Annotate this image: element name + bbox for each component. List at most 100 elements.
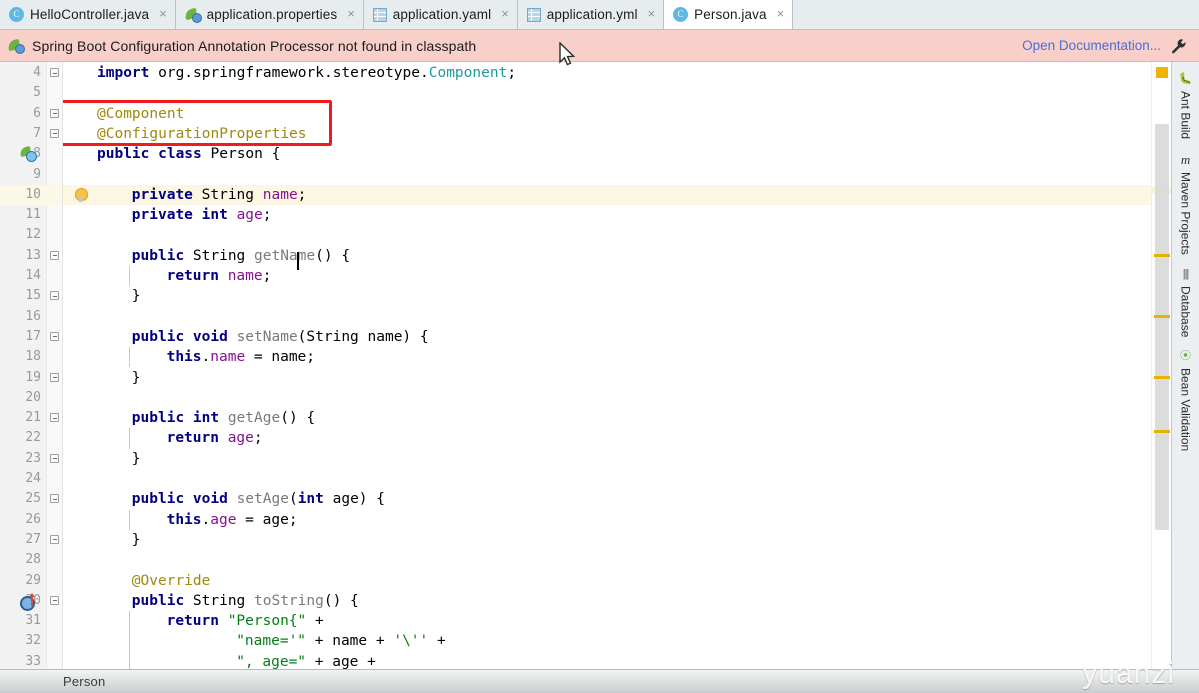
gutter-line[interactable]: 10 xyxy=(0,184,62,206)
fold-expand-icon[interactable] xyxy=(50,372,59,382)
fold-collapse-icon[interactable] xyxy=(50,250,59,260)
tab-close-icon[interactable]: × xyxy=(501,7,509,22)
code-text-area[interactable]: import org.springframework.stereotype.Co… xyxy=(63,62,1171,669)
code-line[interactable]: "name='" + name + '\'' + xyxy=(63,631,1171,651)
code-line[interactable]: } xyxy=(63,449,1171,469)
code-line[interactable] xyxy=(63,165,1171,185)
code-line[interactable]: return age; xyxy=(63,428,1171,448)
gutter-line[interactable]: 31 xyxy=(0,611,62,631)
code-line[interactable] xyxy=(63,550,1171,570)
tab-close-icon[interactable]: × xyxy=(648,7,656,22)
gutter-line[interactable]: 11 xyxy=(0,205,62,225)
tab-hellocontroller-java[interactable]: C HelloController.java × xyxy=(0,0,176,29)
line-number: 11 xyxy=(25,207,41,223)
code-line[interactable]: public int getAge() { xyxy=(63,408,1171,428)
tab-close-icon[interactable]: × xyxy=(159,7,167,22)
line-number: 27 xyxy=(25,531,41,547)
fold-collapse-icon[interactable] xyxy=(50,331,59,341)
sidebar-item-database[interactable]: ||| Database xyxy=(1177,263,1195,343)
code-line[interactable]: public String getName() { xyxy=(63,246,1171,266)
fold-collapse-icon[interactable] xyxy=(50,128,59,138)
code-line[interactable]: @Component xyxy=(63,104,1171,124)
editor-error-stripe[interactable] xyxy=(1151,62,1171,669)
code-line[interactable] xyxy=(63,83,1171,103)
fold-expand-icon[interactable] xyxy=(50,534,59,544)
sidebar-item-ant-build[interactable]: 🐛 Ant Build xyxy=(1177,68,1195,145)
gutter-line[interactable]: 33 xyxy=(0,652,62,669)
stripe-marker[interactable] xyxy=(1154,430,1170,433)
gutter-line[interactable]: 5 xyxy=(0,83,62,103)
code-token: public xyxy=(131,592,193,609)
fold-collapse-icon[interactable] xyxy=(50,595,59,605)
gutter-line[interactable]: 22 xyxy=(0,428,62,448)
editor-gutter[interactable]: 4 5 6 7 8 9 10 11 12 13 14 15 16 17 18 19 20 21 22 23 24 25 26… xyxy=(0,62,63,669)
tab-application-properties[interactable]: application.properties × xyxy=(175,0,364,29)
bean-validation-icon: ⦿ xyxy=(1180,350,1191,363)
gutter-line[interactable]: 29 xyxy=(0,571,62,591)
sidebar-item-bean-validation[interactable]: ⦿ Bean Validation xyxy=(1177,345,1195,457)
code-token: + name + xyxy=(306,633,394,650)
breadcrumb-status-bar: Person xyxy=(0,669,1199,693)
code-line[interactable]: private String name; xyxy=(63,184,1171,206)
tab-application-yaml[interactable]: application.yaml × xyxy=(363,0,518,29)
fold-expand-icon[interactable] xyxy=(50,453,59,463)
fold-collapse-icon[interactable] xyxy=(50,494,59,504)
stripe-marker[interactable] xyxy=(1154,376,1170,379)
code-line[interactable]: this.age = age; xyxy=(63,510,1171,530)
gutter-line[interactable]: 12 xyxy=(0,225,62,245)
code-line-text: public String toString() { xyxy=(132,591,359,611)
code-line[interactable]: } xyxy=(63,530,1171,550)
code-line[interactable]: } xyxy=(63,368,1171,388)
code-line[interactable]: public void setName(String name) { xyxy=(63,327,1171,347)
stripe-marker[interactable] xyxy=(1154,315,1170,318)
override-method-gutter-icon[interactable] xyxy=(20,592,38,611)
code-line[interactable]: return "Person{" + xyxy=(63,611,1171,631)
code-line[interactable]: public class Person { xyxy=(63,144,1171,164)
code-token: private xyxy=(131,186,202,203)
code-editor[interactable]: 4 5 6 7 8 9 10 11 12 13 14 15 16 17 18 19 20 21 22 23 24 25 26… xyxy=(0,62,1171,669)
intention-bulb-icon[interactable] xyxy=(73,187,89,204)
code-line[interactable]: return name; xyxy=(63,266,1171,286)
code-line[interactable]: @Override xyxy=(63,571,1171,591)
stripe-warning-summary[interactable] xyxy=(1156,67,1168,78)
gutter-line[interactable]: 9 xyxy=(0,165,62,185)
code-token: } xyxy=(131,450,141,467)
gutter-line[interactable]: 16 xyxy=(0,307,62,327)
gutter-line[interactable]: 24 xyxy=(0,469,62,489)
code-line[interactable] xyxy=(63,307,1171,327)
open-documentation-link[interactable]: Open Documentation... xyxy=(1022,38,1161,53)
stripe-marker[interactable] xyxy=(1154,254,1170,257)
fold-collapse-icon[interactable] xyxy=(50,68,59,77)
tab-application-yml[interactable]: application.yml × xyxy=(517,0,665,29)
fold-collapse-icon[interactable] xyxy=(50,108,59,118)
code-token: return xyxy=(166,430,228,447)
sidebar-item-maven-projects[interactable]: m Maven Projects xyxy=(1177,147,1195,261)
wrench-icon[interactable] xyxy=(1171,38,1187,54)
gutter-line[interactable]: 32 xyxy=(0,631,62,651)
code-line[interactable]: public void setAge(int age) { xyxy=(63,489,1171,509)
fold-expand-icon[interactable] xyxy=(50,291,59,301)
fold-collapse-icon[interactable] xyxy=(50,413,59,423)
code-line[interactable]: ", age=" + age + xyxy=(63,652,1171,669)
code-line[interactable]: this.name = name; xyxy=(63,347,1171,367)
code-line[interactable]: } xyxy=(63,286,1171,306)
gutter-line[interactable]: 26 xyxy=(0,510,62,530)
code-line[interactable]: import org.springframework.stereotype.Co… xyxy=(63,63,1171,83)
gutter-line[interactable]: 28 xyxy=(0,550,62,570)
spring-bean-gutter-icon[interactable] xyxy=(20,146,37,163)
code-line[interactable] xyxy=(63,469,1171,489)
tab-close-icon[interactable]: × xyxy=(347,7,355,22)
code-line[interactable] xyxy=(63,225,1171,245)
breadcrumb[interactable]: Person xyxy=(63,674,105,689)
code-line[interactable]: @ConfigurationProperties xyxy=(63,124,1171,144)
scrollbar-thumb[interactable] xyxy=(1155,124,1169,530)
code-line[interactable]: public String toString() { xyxy=(63,591,1171,611)
code-line[interactable] xyxy=(63,388,1171,408)
tab-person-java[interactable]: C Person.java × xyxy=(664,0,794,29)
line-number: 15 xyxy=(25,288,41,304)
gutter-line[interactable]: 20 xyxy=(0,388,62,408)
code-line[interactable]: private int age; xyxy=(63,205,1171,225)
gutter-line[interactable]: 14 xyxy=(0,266,62,286)
tab-close-icon[interactable]: × xyxy=(777,7,785,22)
gutter-line[interactable]: 18 xyxy=(0,347,62,367)
